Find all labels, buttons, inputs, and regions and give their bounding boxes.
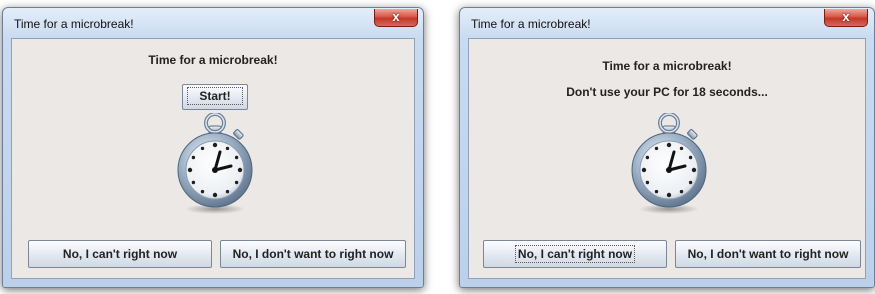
dialog-content: Time for a microbreak! Don't use your PC… (468, 38, 866, 279)
microbreak-window-countdown: Time for a microbreak! x Time for a micr… (459, 7, 875, 288)
dont-want-label: No, I don't want to right now (232, 247, 394, 261)
window-title: Time for a microbreak! (14, 17, 134, 31)
close-button[interactable]: x (824, 9, 868, 27)
stopwatch-icon (176, 113, 254, 216)
title-bar[interactable]: Time for a microbreak! x (460, 8, 874, 38)
cant-right-now-label: No, I can't right now (62, 247, 178, 261)
dont-want-button[interactable]: No, I don't want to right now (220, 240, 406, 268)
microbreak-window-start: Time for a microbreak! x Time for a micr… (2, 7, 424, 288)
title-bar[interactable]: Time for a microbreak! x (3, 8, 423, 38)
dialog-heading: Time for a microbreak! (602, 59, 732, 73)
close-icon: x (392, 9, 400, 24)
cant-right-now-button[interactable]: No, I can't right now (28, 240, 212, 268)
dont-want-button[interactable]: No, I don't want to right now (675, 240, 861, 268)
close-icon: x (842, 9, 850, 24)
countdown-message: Don't use your PC for 18 seconds... (566, 85, 768, 99)
cant-right-now-label: No, I can't right now (514, 245, 636, 263)
dont-want-label: No, I don't want to right now (687, 247, 849, 261)
window-title: Time for a microbreak! (471, 17, 591, 31)
start-button-label: Start! (187, 87, 243, 105)
stopwatch-icon (630, 113, 708, 216)
dialog-content: Time for a microbreak! Start! No, I can'… (11, 38, 415, 279)
close-button[interactable]: x (374, 9, 418, 27)
start-button[interactable]: Start! (182, 84, 248, 110)
dialog-heading: Time for a microbreak! (148, 53, 278, 67)
cant-right-now-button[interactable]: No, I can't right now (483, 240, 667, 268)
